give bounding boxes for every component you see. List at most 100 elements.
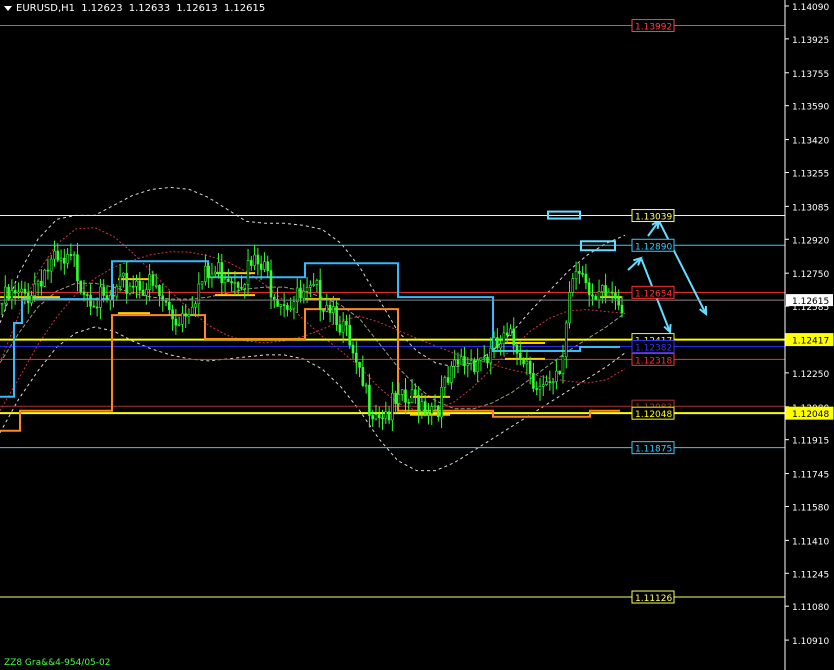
candle-body [397, 394, 401, 404]
candle-body [272, 296, 276, 300]
candle-body [174, 318, 178, 326]
low-value: 1.12613 [176, 3, 218, 14]
price-axis-label: 1.13755 [792, 70, 829, 80]
candle-body [400, 389, 404, 395]
candle-body [463, 356, 466, 366]
level-tag-label: 1.11126 [635, 594, 672, 604]
menu-triangle-icon[interactable] [4, 5, 12, 11]
candle-body [473, 360, 476, 372]
candle-body [256, 254, 260, 265]
candle-body [253, 254, 256, 266]
candle-body [374, 414, 378, 420]
price-axis-label: 1.13255 [792, 169, 829, 179]
candle-body [128, 285, 132, 294]
candle-body [489, 347, 493, 364]
candle-body [528, 360, 532, 374]
candle-body [118, 275, 122, 287]
candle-body [30, 295, 33, 304]
candle-body [420, 401, 424, 412]
candle-body [440, 386, 443, 418]
candle-body [446, 377, 450, 383]
candle-body [82, 291, 86, 295]
price-axis-label: 1.12750 [792, 270, 829, 280]
candle-body [99, 286, 102, 308]
candle-body [292, 301, 296, 310]
candle-body [135, 280, 138, 287]
candle-body [545, 381, 548, 385]
candle-body [89, 294, 92, 307]
candle-body [601, 285, 604, 292]
candle-body [236, 282, 240, 288]
candle-body [548, 381, 552, 383]
candle-body [145, 289, 148, 296]
candle-body [184, 313, 188, 317]
candle-body [427, 413, 430, 415]
candle-body [13, 290, 17, 294]
candle-body [391, 392, 394, 421]
candle-body [568, 292, 571, 324]
candle-body [525, 360, 529, 365]
candle-body [574, 271, 578, 279]
candle-body [95, 306, 99, 309]
candle-body [309, 284, 312, 288]
candle-body [354, 352, 358, 363]
candle-body [269, 270, 273, 298]
candle-body [532, 373, 535, 389]
candle-body [417, 394, 420, 412]
candle-body [220, 262, 224, 284]
candle-body [564, 322, 568, 358]
price-chart[interactable]: 1.14090 1.13925 1.13755 1.13590 1.13420 1.132… [0, 0, 834, 670]
candle-body [371, 415, 374, 420]
candle-body [453, 359, 456, 367]
candle-body [607, 291, 611, 297]
candle-body [105, 295, 109, 301]
candle-body [404, 389, 407, 403]
candle-body [305, 286, 309, 292]
candle-body [279, 304, 283, 307]
candle-body [430, 406, 434, 414]
candle-body [555, 370, 558, 382]
candle-body [492, 337, 496, 349]
candle-body [177, 323, 181, 326]
level-tag-label: 1.12318 [635, 356, 672, 366]
candle-body [414, 389, 417, 396]
candle-body [246, 260, 250, 285]
candle-body [433, 405, 437, 408]
candle-body [33, 283, 37, 296]
candle-body [230, 281, 233, 284]
candle-body [286, 305, 289, 310]
candle-body [315, 280, 319, 285]
open-value: 1.12623 [81, 3, 123, 14]
candle-body [115, 286, 119, 297]
candle-body [571, 278, 575, 293]
symbol-label: EURUSD,H1 [16, 3, 76, 14]
candle-body [325, 304, 329, 312]
price-axis-label: 1.11580 [792, 503, 829, 513]
candle-body [217, 262, 220, 273]
price-axis-label: 1.11080 [792, 603, 829, 613]
candle-body [322, 309, 325, 312]
candle-body [476, 359, 479, 372]
candle-body [299, 287, 302, 299]
footer-label: ZZ8 Gra&&4-954/05-02 [4, 658, 111, 668]
candle-body [200, 281, 204, 285]
candle-body [496, 337, 499, 349]
price-axis-label: 1.12250 [792, 370, 829, 380]
candle-body [436, 405, 440, 418]
candle-body [597, 291, 601, 301]
level-tag-label: 1.12890 [635, 242, 672, 252]
candle-body [23, 288, 27, 294]
candle-body [36, 280, 40, 285]
candle-body [49, 258, 53, 272]
candle-body [620, 304, 624, 314]
candle-body [20, 288, 23, 293]
candle-body [358, 362, 361, 368]
candle-body [302, 290, 306, 299]
candle-body [85, 294, 89, 296]
level-tag-label: 1.13039 [635, 213, 672, 223]
candle-body [46, 269, 50, 272]
candle-body [243, 284, 247, 289]
candle-body [56, 250, 60, 261]
candle-body [79, 280, 83, 293]
candle-body [466, 363, 470, 366]
